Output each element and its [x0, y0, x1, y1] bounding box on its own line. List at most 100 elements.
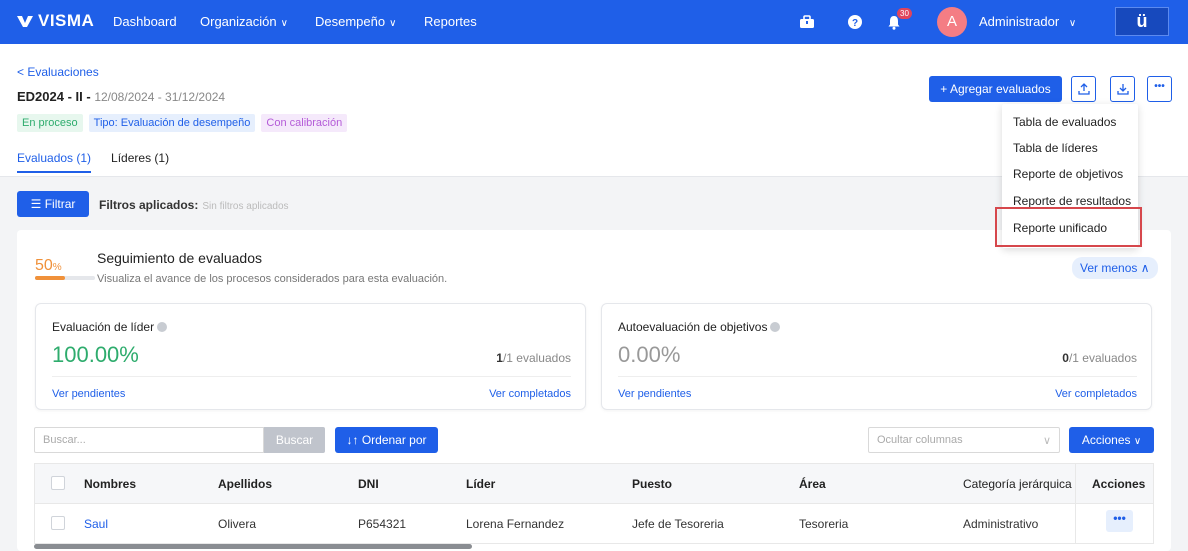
- more-icon: •••: [1154, 81, 1165, 92]
- tab-bar: Evaluados (1) Líderes (1): [17, 151, 169, 173]
- brand-button[interactable]: ü: [1115, 7, 1169, 36]
- ver-completados-link[interactable]: Ver completados: [489, 388, 571, 400]
- cell-nombres[interactable]: Saul: [84, 517, 108, 531]
- menu-item-tabla-evaluados[interactable]: Tabla de evaluados: [1013, 115, 1116, 129]
- table-header: Nombres Apellidos DNI Líder Puesto Área …: [34, 463, 1154, 504]
- help-icon[interactable]: ?: [845, 12, 865, 32]
- stat-value: 0.00%: [618, 342, 681, 367]
- tab-evaluados[interactable]: Evaluados (1): [17, 151, 92, 173]
- percent-sign: %: [52, 262, 62, 273]
- column-header-dni[interactable]: DNI: [358, 477, 379, 491]
- cell-area: Tesoreria: [799, 517, 849, 531]
- chevron-down-icon: ∨: [389, 18, 397, 29]
- column-header-puesto[interactable]: Puesto: [632, 477, 672, 491]
- more-options-button[interactable]: •••: [1147, 76, 1172, 102]
- info-icon[interactable]: [157, 322, 168, 332]
- filter-button[interactable]: ☰ Filtrar: [17, 191, 89, 217]
- select-all-checkbox[interactable]: [51, 476, 65, 490]
- stat-value: 100.00%: [52, 342, 139, 367]
- ver-completados-link[interactable]: Ver completados: [1055, 388, 1137, 400]
- acciones-button[interactable]: Acciones ∨: [1069, 427, 1154, 453]
- status-tags: En proceso Tipo: Evaluación de desempeño…: [17, 114, 348, 132]
- avatar[interactable]: A: [937, 7, 967, 37]
- sort-button-label: Ordenar por: [361, 433, 427, 447]
- column-divider: [1075, 464, 1076, 503]
- download-dropdown-menu: Tabla de evaluados Tabla de líderes Repo…: [1002, 104, 1138, 248]
- nav-desempeno-label: Desempeño: [315, 14, 386, 29]
- filter-icon: ☰: [30, 197, 45, 211]
- column-divider: [1075, 504, 1076, 543]
- nav-dashboard-label: Dashboard: [113, 14, 177, 29]
- cell-categoria: Administrativo: [963, 517, 1039, 531]
- column-header-nombres[interactable]: Nombres: [84, 477, 136, 491]
- cell-puesto: Jefe de Tesoreria: [632, 517, 724, 531]
- applied-filters: Filtros aplicados: Sin filtros aplicados: [99, 198, 289, 212]
- chevron-down-icon: ∨: [1133, 436, 1142, 447]
- stat-card-lider: Evaluación de líder 100.00% 1/1 evaluado…: [35, 303, 586, 410]
- table-row[interactable]: Saul Olivera P654321 Lorena Fernandez Je…: [34, 504, 1154, 544]
- hide-columns-select[interactable]: Ocultar columnas ∨: [868, 427, 1060, 453]
- column-header-lider[interactable]: Líder: [466, 477, 495, 491]
- download-button[interactable]: [1110, 76, 1135, 102]
- column-header-apellidos[interactable]: Apellidos: [218, 477, 272, 491]
- menu-item-tabla-lideres[interactable]: Tabla de líderes: [1013, 141, 1098, 155]
- user-name-label: Administrador: [979, 14, 1060, 29]
- back-link[interactable]: < Evaluaciones: [17, 65, 99, 79]
- upload-icon: [1077, 83, 1090, 95]
- column-header-area[interactable]: Área: [799, 477, 826, 491]
- logo-text: VISMA: [38, 11, 95, 30]
- row-actions-button[interactable]: •••: [1106, 510, 1133, 532]
- ver-pendientes-link[interactable]: Ver pendientes: [52, 388, 125, 400]
- chevron-up-icon: ∧: [1140, 261, 1150, 275]
- nav-desempeno[interactable]: Desempeño ∨: [315, 14, 396, 29]
- nav-dashboard[interactable]: Dashboard: [113, 14, 177, 29]
- tab-lideres[interactable]: Líderes (1): [111, 151, 169, 173]
- chevron-down-icon: ∨: [1068, 18, 1077, 29]
- stat-title-text: Evaluación de líder: [52, 320, 155, 334]
- upload-button[interactable]: [1071, 76, 1096, 102]
- sort-button[interactable]: ↓↑ Ordenar por: [335, 427, 438, 453]
- add-evaluados-button[interactable]: + Agregar evaluados: [929, 76, 1062, 102]
- applied-filters-label: Filtros aplicados:: [99, 198, 199, 212]
- ver-pendientes-link[interactable]: Ver pendientes: [618, 388, 691, 400]
- horizontal-scrollbar[interactable]: [34, 544, 472, 549]
- stat-count: 0/1 evaluados: [1062, 351, 1137, 365]
- stat-title-text: Autoevaluación de objetivos: [618, 320, 768, 334]
- user-menu[interactable]: Administrador ∨: [979, 14, 1076, 29]
- stat-title: Autoevaluación de objetivos: [618, 320, 781, 334]
- search-button[interactable]: Buscar: [264, 427, 325, 453]
- sort-icon: ↓↑: [346, 433, 362, 447]
- seguimiento-title: Seguimiento de evaluados: [97, 250, 263, 266]
- search-input[interactable]: Buscar...: [34, 427, 264, 453]
- progress-percent: 50%: [35, 257, 62, 275]
- visma-logo[interactable]: VISMA: [16, 11, 94, 31]
- info-icon[interactable]: [770, 322, 781, 332]
- nav-reportes[interactable]: Reportes: [424, 14, 477, 29]
- ver-menos-toggle[interactable]: Ver menos ∧: [1072, 257, 1158, 279]
- column-header-acciones: Acciones: [1092, 477, 1146, 491]
- title-dates: 12/08/2024 - 31/12/2024: [94, 90, 226, 104]
- stat-count-rest: /1 evaluados: [502, 351, 571, 365]
- divider: [618, 376, 1137, 377]
- nav-organizacion[interactable]: Organización ∨: [200, 14, 288, 29]
- chevron-down-icon: ∨: [1042, 435, 1051, 447]
- applied-filters-value: Sin filtros aplicados: [202, 201, 289, 212]
- progress-percent-value: 50: [35, 257, 53, 274]
- visma-logo-icon: [17, 16, 33, 27]
- cell-lider: Lorena Fernandez: [466, 517, 565, 531]
- cell-apellidos: Olivera: [218, 517, 257, 531]
- ver-menos-label: Ver menos: [1080, 261, 1138, 275]
- svg-text:?: ?: [852, 18, 858, 29]
- divider: [52, 376, 571, 377]
- nav-reportes-label: Reportes: [424, 14, 477, 29]
- row-checkbox[interactable]: [51, 516, 65, 530]
- menu-item-reporte-resultados[interactable]: Reporte de resultados: [1013, 194, 1131, 208]
- menu-item-reporte-unificado[interactable]: Reporte unificado: [1013, 221, 1107, 235]
- menu-item-reporte-objetivos[interactable]: Reporte de objetivos: [1013, 167, 1123, 181]
- column-header-categoria[interactable]: Categoría jerárquica: [963, 477, 1072, 491]
- cell-dni: P654321: [358, 517, 407, 531]
- page-title: ED2024 - II - 12/08/2024 - 31/12/2024: [17, 89, 225, 104]
- progress-bar: [35, 276, 95, 280]
- notification-badge: 30: [897, 8, 912, 19]
- briefcase-icon[interactable]: [797, 12, 817, 32]
